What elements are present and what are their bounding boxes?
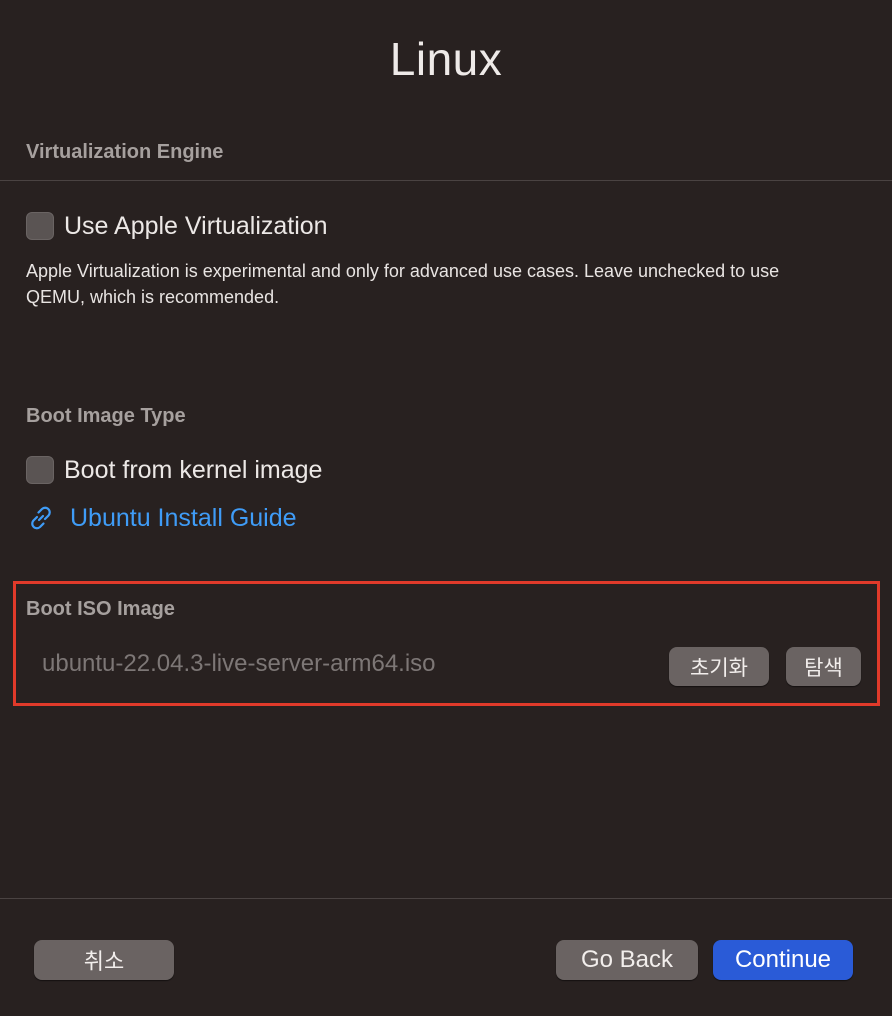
- clear-iso-button[interactable]: 초기화: [669, 647, 769, 686]
- boot-iso-path-field[interactable]: ubuntu-22.04.3-live-server-arm64.iso: [42, 650, 436, 678]
- footer-divider: [0, 898, 892, 899]
- linux-setup-window: Linux Virtualization Engine Use Apple Vi…: [0, 0, 892, 1016]
- link-icon: [31, 506, 51, 530]
- use-apple-virtualization-checkbox-row[interactable]: Use Apple Virtualization: [26, 210, 328, 242]
- boot-from-kernel-checkbox[interactable]: [26, 456, 54, 484]
- virtualization-engine-heading: Virtualization Engine: [26, 141, 224, 163]
- header-divider: [0, 180, 892, 181]
- ubuntu-install-guide-link[interactable]: Ubuntu Install Guide: [26, 501, 297, 535]
- boot-from-kernel-label[interactable]: Boot from kernel image: [64, 456, 322, 485]
- boot-from-kernel-checkbox-row[interactable]: Boot from kernel image: [26, 454, 322, 486]
- boot-image-type-heading: Boot Image Type: [26, 405, 186, 427]
- browse-iso-button[interactable]: 탐색: [786, 647, 861, 686]
- cancel-button[interactable]: 취소: [34, 940, 174, 980]
- use-apple-virtualization-checkbox[interactable]: [26, 212, 54, 240]
- continue-button[interactable]: Continue: [713, 940, 853, 980]
- boot-iso-image-heading: Boot ISO Image: [26, 598, 175, 620]
- go-back-button[interactable]: Go Back: [556, 940, 698, 980]
- page-title: Linux: [389, 33, 503, 85]
- use-apple-virtualization-label[interactable]: Use Apple Virtualization: [64, 212, 328, 241]
- ubuntu-install-guide-label[interactable]: Ubuntu Install Guide: [70, 504, 297, 533]
- virtualization-help-text: Apple Virtualization is experimental and…: [26, 261, 780, 307]
